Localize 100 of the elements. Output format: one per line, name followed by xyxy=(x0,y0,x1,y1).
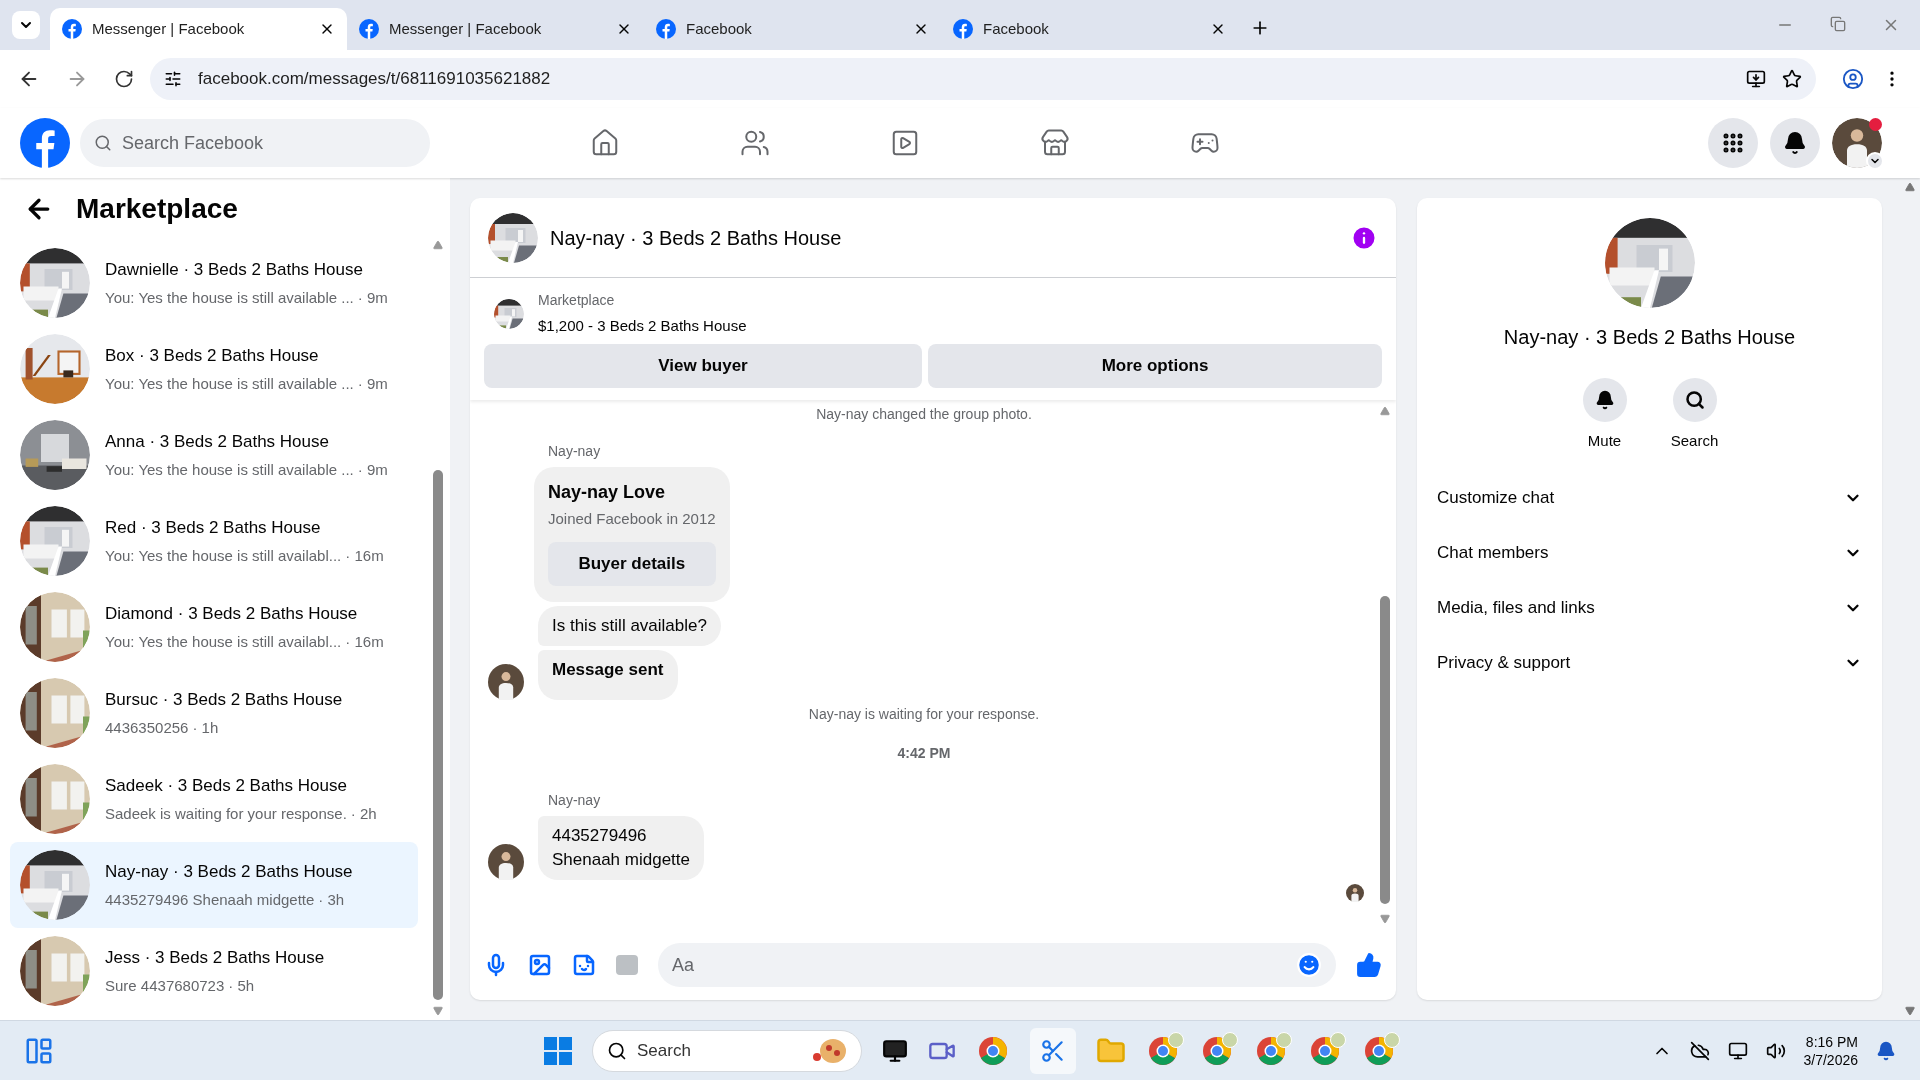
conversation-name: Bursuc · 3 Beds 2 Baths House xyxy=(105,689,343,711)
notification-bell-icon[interactable] xyxy=(1876,1040,1896,1061)
conversation-preview: 4435279496 Shenaah midgette xyxy=(105,889,315,910)
video-icon[interactable] xyxy=(890,128,920,158)
emoji-icon[interactable] xyxy=(1296,952,1322,978)
conversation-name: Red · 3 Beds 2 Baths House xyxy=(105,517,322,539)
sidebar-title: Marketplace xyxy=(76,192,238,226)
scroll-down-icon[interactable] xyxy=(1380,914,1390,924)
search-icon xyxy=(607,1040,627,1061)
conversation-time: · 1h xyxy=(192,717,219,738)
conversation-time: · 16m xyxy=(345,545,384,566)
conversation-name: Jess · 3 Beds 2 Baths House xyxy=(105,947,325,969)
browser-tab[interactable]: Facebook xyxy=(644,8,941,50)
conversation-time: · 3h xyxy=(318,889,345,910)
cloud-off-icon[interactable] xyxy=(1689,1040,1710,1061)
conversation-item[interactable]: Sadeek · 3 Beds 2 Baths House Sadeek is waiting for your response. · 2h xyxy=(10,756,418,842)
section-label: Media, files and links xyxy=(1437,597,1596,620)
conversation-item[interactable]: Jess · 3 Beds 2 Baths House Sure 4437680723 · 5h xyxy=(10,928,418,1014)
friends-icon[interactable] xyxy=(740,128,770,158)
search-field[interactable]: Search Facebook xyxy=(80,119,430,167)
restore-icon[interactable] xyxy=(1830,16,1846,32)
timestamp: 4:42 PM xyxy=(897,743,951,763)
conversation-item[interactable]: Red · 3 Beds 2 Baths House You: Yes the house is still availabl... · 16m xyxy=(10,498,418,584)
action-button[interactable]: View buyer xyxy=(484,343,922,388)
buyer-details-button[interactable]: Buyer details xyxy=(548,542,716,586)
bookmark-star-icon[interactable] xyxy=(1782,69,1802,89)
listing-title: $1,200 - 3 Beds 2 Baths House xyxy=(538,316,747,336)
sender-name: Nay-nay xyxy=(548,442,601,459)
conversation-item[interactable]: Box · 3 Beds 2 Baths House You: Yes the house is still available ... · 9m xyxy=(10,326,418,412)
conversation-item[interactable]: Dawnielle · 3 Beds 2 Baths House You: Yes the house is still available ... · 9m xyxy=(10,240,418,326)
scroll-down-icon[interactable] xyxy=(1905,1006,1915,1016)
chat-title: Nay-nay · 3 Beds 2 Baths House xyxy=(550,225,842,251)
section-row[interactable]: Media, files and links xyxy=(1425,580,1874,636)
message-input[interactable]: Aa xyxy=(658,943,1336,987)
input-placeholder: Aa xyxy=(672,953,696,977)
conversation-preview: You: Yes the house is still availabl... xyxy=(105,545,342,566)
store-icon[interactable] xyxy=(1040,128,1070,158)
like-icon[interactable] xyxy=(1356,952,1382,978)
tab-title: Facebook xyxy=(686,18,753,39)
facebook-logo-icon[interactable] xyxy=(20,118,70,168)
scroll-up-icon[interactable] xyxy=(1905,182,1915,192)
bell-icon xyxy=(1594,390,1615,410)
conversation-preview: Sure 4437680723 xyxy=(105,975,225,996)
action-label: Mute xyxy=(1587,431,1622,451)
photo-icon[interactable] xyxy=(528,953,552,977)
section-row[interactable]: Privacy & support xyxy=(1425,635,1874,691)
search-placeholder: Search Facebook xyxy=(122,131,264,155)
scroll-up-icon[interactable] xyxy=(1380,405,1390,416)
scroll-up-icon[interactable] xyxy=(433,240,443,250)
scrollbar-thumb[interactable] xyxy=(1380,595,1390,904)
message-bubble: Is this still available? xyxy=(538,605,721,646)
system-message: Nay-nay changed the group photo. xyxy=(816,404,1032,424)
conversation-item[interactable]: Anna · 3 Beds 2 Baths House You: Yes the house is still available ... · 9m xyxy=(10,412,418,498)
mute-button[interactable] xyxy=(1582,378,1627,422)
person-avatar-icon xyxy=(488,843,524,880)
profile-subtitle: Joined Facebook in 2012 xyxy=(548,508,716,529)
tab-title: Messenger | Facebook xyxy=(92,18,246,39)
browser-tab[interactable]: Facebook xyxy=(941,8,1238,50)
section-row[interactable]: Chat members xyxy=(1425,525,1874,581)
search-button[interactable] xyxy=(1672,378,1717,422)
browser-tab[interactable]: Messenger | Facebook xyxy=(347,8,644,50)
section-row[interactable]: Customize chat xyxy=(1425,470,1874,526)
site-info-icon[interactable] xyxy=(164,70,182,88)
windows-start-icon[interactable] xyxy=(544,1036,572,1065)
scrollbar-thumb[interactable] xyxy=(433,470,443,1000)
task-view-icon[interactable] xyxy=(882,1037,908,1064)
browser-tab[interactable]: Messenger | Facebook xyxy=(50,8,347,50)
taskbar-search-field[interactable]: Search xyxy=(592,1029,862,1072)
address-bar[interactable]: facebook.com/messages/t/6811691035621882 xyxy=(150,58,1816,100)
person-avatar-icon xyxy=(1346,883,1364,902)
sticker-icon[interactable] xyxy=(572,953,596,977)
volume-icon[interactable] xyxy=(1765,1040,1786,1061)
conversation-name: Box · 3 Beds 2 Baths House xyxy=(105,345,320,367)
facebook-favicon-icon xyxy=(359,19,379,39)
action-button[interactable]: More options xyxy=(928,343,1382,388)
scroll-down-icon[interactable] xyxy=(433,1006,443,1016)
tab-search-button[interactable] xyxy=(12,11,40,39)
conversation-time: · 9m xyxy=(357,287,388,308)
search-icon xyxy=(1684,390,1705,410)
conversation-preview: Sadeek is waiting for your response. xyxy=(105,803,347,824)
grid-icon xyxy=(1721,131,1745,155)
home-icon[interactable] xyxy=(590,128,620,158)
network-icon[interactable] xyxy=(1727,1040,1748,1061)
snipping-tool-icon[interactable] xyxy=(1030,1027,1076,1074)
taskbar-search-placeholder: Search xyxy=(637,1039,692,1062)
profile-icon[interactable] xyxy=(1842,68,1864,90)
reload-icon[interactable] xyxy=(114,69,134,89)
conversation-time: · 9m xyxy=(357,373,388,394)
conversation-time: · 9m xyxy=(357,459,388,480)
conversation-item[interactable]: Nay-nay · 3 Beds 2 Baths House 4435279496 Shenaah midgette · 3h xyxy=(10,842,418,928)
action-label: Search xyxy=(1670,431,1719,451)
conversation-item[interactable]: Diamond · 3 Beds 2 Baths House You: Yes the house is still availabl... · 16m xyxy=(10,584,418,670)
section-label: Chat members xyxy=(1437,542,1550,565)
menu-grid-button[interactable] xyxy=(1708,118,1758,168)
install-app-icon[interactable] xyxy=(1746,69,1766,89)
facebook-favicon-icon xyxy=(953,19,973,39)
notifications-button[interactable] xyxy=(1770,118,1820,168)
conversation-preview: You: Yes the house is still availabl... xyxy=(105,631,342,652)
conversation-item[interactable]: Bursuc · 3 Beds 2 Baths House 4436350256 · 1h xyxy=(10,670,418,756)
facebook-favicon-icon xyxy=(656,19,676,39)
